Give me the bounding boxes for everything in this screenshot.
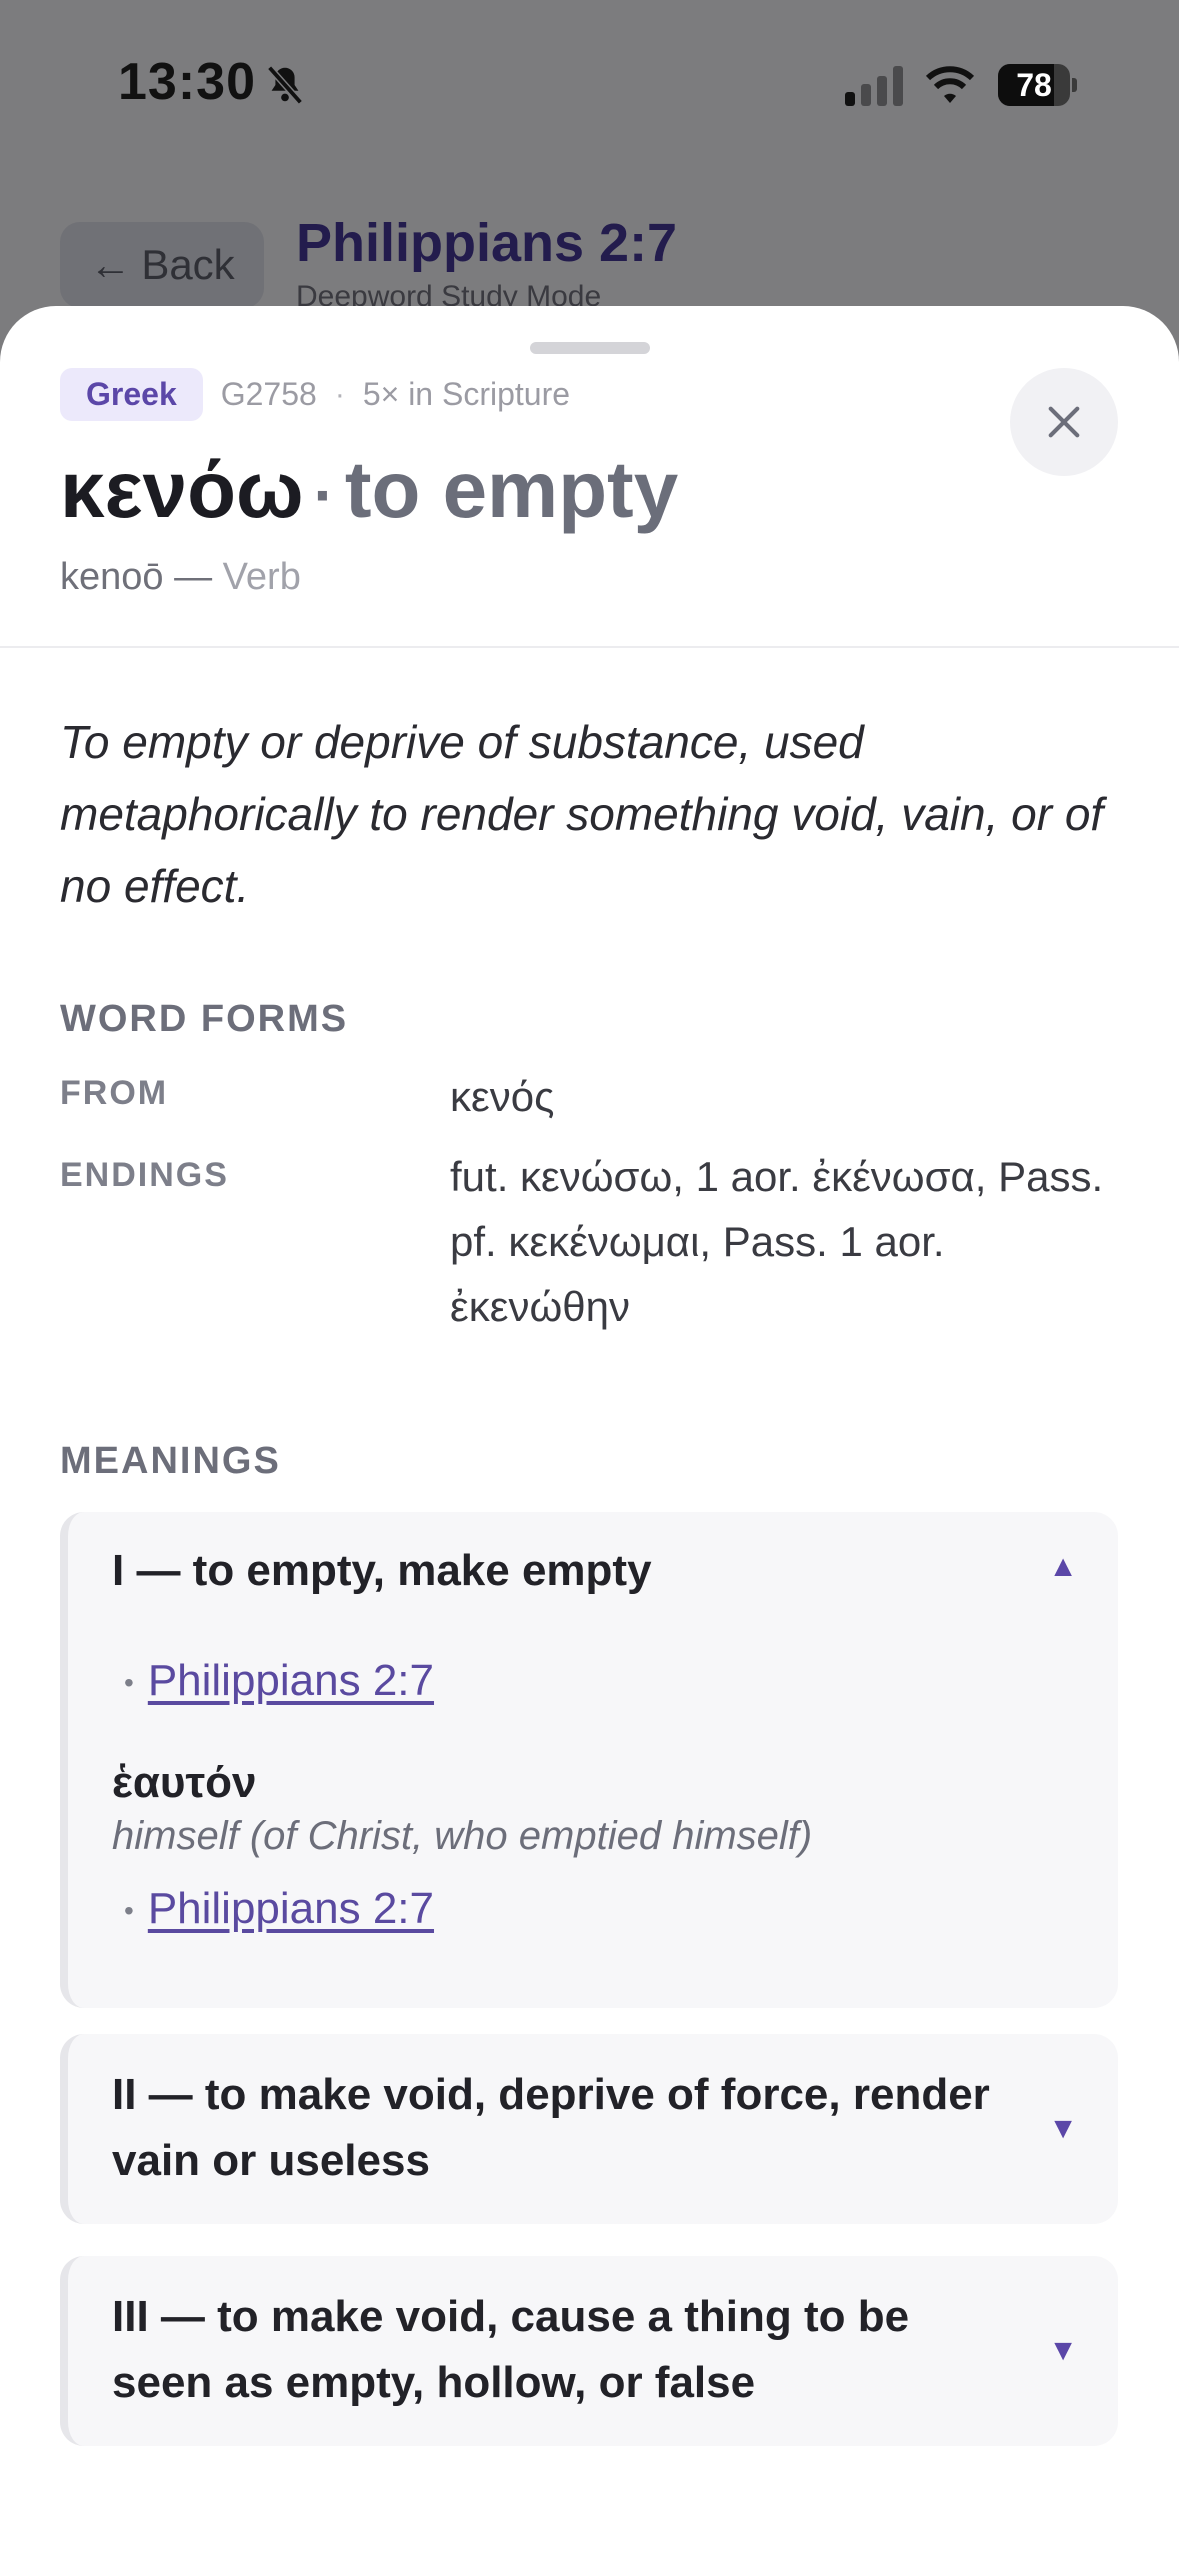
headword-row: κενόω · to empty — [60, 444, 678, 536]
meaning-card[interactable]: III — to make void, cause a thing to be … — [60, 2256, 1118, 2446]
meaning-title[interactable]: I — to empty, make empty — [112, 1538, 652, 1604]
chevron-up-icon[interactable]: ▲ — [1048, 1550, 1078, 1584]
sheet-grabber[interactable] — [530, 342, 650, 354]
headword-gloss: to empty — [344, 445, 679, 534]
battery-icon: 78 — [998, 64, 1078, 106]
part-of-speech: Verb — [222, 556, 301, 598]
back-button[interactable]: ← Back — [60, 222, 264, 308]
language-badge: Greek — [60, 368, 203, 421]
meanings-heading: MEANINGS — [60, 1440, 281, 1482]
battery-level: 78 — [1016, 67, 1052, 103]
wifi-icon — [925, 66, 975, 103]
sub-gloss: himself (of Christ, who emptied himself) — [112, 1814, 813, 1858]
word-detail-sheet: Greek G2758 · 5× in Scripture κενόω · to e… — [0, 306, 1179, 2556]
reference-link[interactable]: Philippians 2:7 — [148, 1656, 434, 1705]
meaning-card: I — to empty, make empty ▲ • Philippians … — [60, 1512, 1118, 2008]
translit-separator: — — [174, 556, 213, 598]
battery-tip — [1072, 78, 1077, 92]
cellular-signal-icon — [845, 66, 903, 106]
headword: κενόω — [60, 445, 304, 534]
meaning-title: III — to make void, cause a thing to be … — [112, 2292, 910, 2407]
close-icon — [1048, 406, 1080, 438]
status-bar: 13:30 78 — [0, 0, 1179, 170]
meta-separator: · — [334, 377, 345, 411]
sub-lemma: ἑαυτόν — [112, 1758, 257, 1807]
back-label: Back — [141, 241, 235, 288]
word-forms-heading: WORD FORMS — [60, 998, 349, 1040]
transliteration-row: kenoō — Verb — [60, 556, 301, 599]
status-time: 13:30 — [118, 53, 256, 111]
headword-separator: · — [313, 459, 335, 531]
arrow-left-icon: ← — [89, 241, 132, 288]
occurrence-count: 5× in Scripture — [362, 376, 571, 412]
reference-row: • Philippians 2:7 — [124, 1656, 434, 1706]
meaning-title: II — to make void, deprive of force, ren… — [112, 2070, 990, 2185]
reference-link[interactable]: Philippians 2:7 — [148, 1884, 434, 1933]
transliteration: kenoō — [60, 556, 164, 598]
meaning-card[interactable]: II — to make void, deprive of force, ren… — [60, 2034, 1118, 2224]
battery-body: 78 — [998, 64, 1070, 106]
strongs-number: G2758 — [220, 376, 317, 412]
close-button[interactable] — [1010, 368, 1118, 476]
from-label: FROM — [60, 1074, 169, 1112]
definition: To empty or deprive of substance, used m… — [60, 716, 1104, 912]
reference-row: • Philippians 2:7 — [124, 1884, 434, 1934]
bullet: • — [124, 1667, 134, 1699]
page-title: Philippians 2:7 — [296, 213, 678, 273]
bell-slash-icon — [267, 65, 303, 105]
bullet: • — [124, 1895, 134, 1927]
meta-row: Greek G2758 · 5× in Scripture — [60, 368, 570, 421]
chevron-down-icon: ▼ — [1048, 2334, 1078, 2367]
chevron-down-icon: ▼ — [1048, 2112, 1078, 2145]
header-divider — [0, 646, 1179, 648]
endings-value: fut. κενώσω, 1 aor. ἐκένωσα, Pass. pf. κ… — [450, 1153, 1104, 1330]
endings-label: ENDINGS — [60, 1156, 229, 1194]
from-value: κενός — [450, 1073, 555, 1120]
